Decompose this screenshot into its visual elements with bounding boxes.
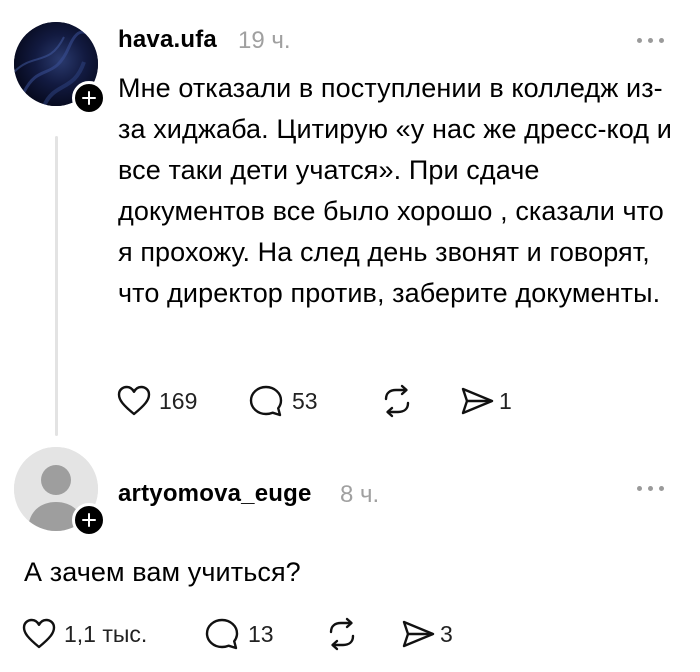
share-button[interactable]: 1 <box>459 384 512 418</box>
repost-arrows-icon <box>329 617 355 651</box>
username[interactable]: hava.ufa <box>118 26 217 54</box>
send-paper-plane-icon <box>402 620 435 648</box>
more-options-icon[interactable] <box>637 36 669 44</box>
send-paper-plane-icon <box>461 387 494 415</box>
repost-arrows-icon <box>384 384 410 418</box>
post-text: А зачем вам учиться? <box>24 557 301 587</box>
like-button[interactable]: 169 <box>117 384 197 418</box>
plus-icon[interactable] <box>72 81 106 115</box>
plus-icon[interactable] <box>72 503 106 537</box>
like-count: 169 <box>159 387 198 414</box>
post-time: 8 ч. <box>340 481 380 508</box>
comment-bubble-icon <box>249 385 283 417</box>
reply-button[interactable]: 53 <box>248 384 318 418</box>
heart-icon <box>22 618 56 649</box>
thread-line <box>55 136 58 436</box>
repost-button[interactable] <box>324 617 360 651</box>
comment-bubble-icon <box>205 618 239 650</box>
post-time: 19 ч. <box>238 27 291 54</box>
like-button[interactable]: 1,1 тыс. <box>22 617 147 651</box>
username[interactable]: artyomova_euge <box>118 480 312 508</box>
like-count: 1,1 тыс. <box>64 620 148 647</box>
reply-count: 13 <box>248 620 274 647</box>
post-text: Мне отказали в поступлении в колледж из-… <box>118 73 672 308</box>
repost-button[interactable] <box>379 384 415 418</box>
reply-count: 53 <box>292 387 318 414</box>
reply-button[interactable]: 13 <box>204 617 274 651</box>
share-count: 1 <box>499 387 512 414</box>
heart-icon <box>117 385 151 416</box>
share-count: 3 <box>440 620 453 647</box>
share-button[interactable]: 3 <box>400 617 453 651</box>
more-options-icon[interactable] <box>637 484 669 492</box>
